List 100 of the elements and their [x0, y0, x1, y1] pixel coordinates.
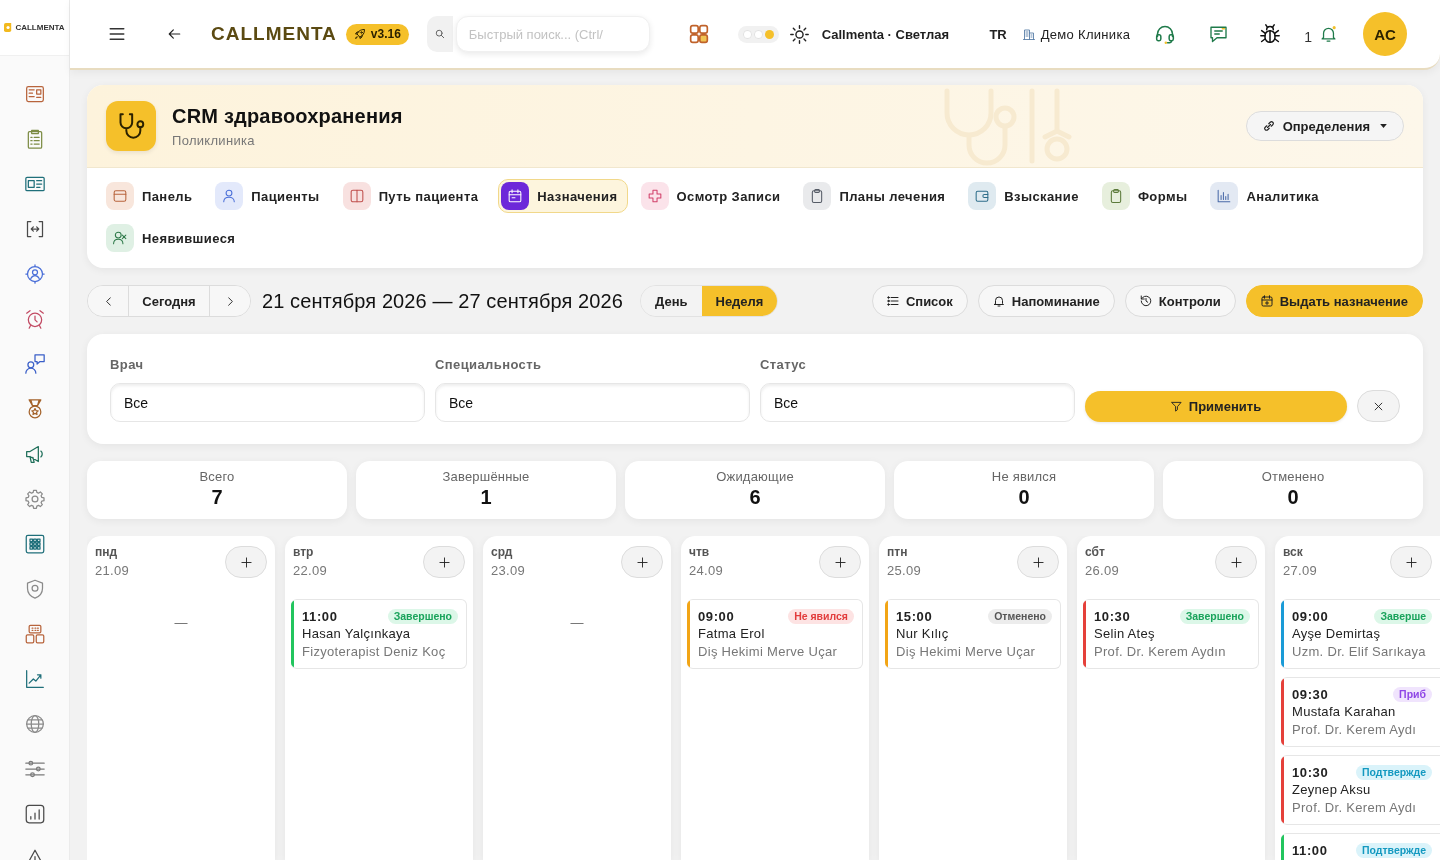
apply-button[interactable]: Применить — [1085, 391, 1347, 422]
nav-tab[interactable]: Планы лечения — [800, 179, 956, 213]
appointment-card[interactable]: 09:00 Не явился Fatma Erol Diş Hekimi Merve Uçar — [687, 599, 863, 669]
doctor-name: Diş Hekimi Merve Uçar — [698, 643, 838, 661]
logo-text: CALLMENTA — [15, 23, 65, 32]
nav-tab[interactable]: Пациенты — [212, 179, 330, 213]
doctor-name: Fizyoterapist Deniz Koç — [302, 643, 446, 661]
appointment-time: 11:00 — [302, 608, 338, 624]
patient-name: Mustafa Karahan — [1292, 703, 1396, 721]
blocks-icon[interactable] — [24, 623, 45, 644]
day-date: 22.09 — [293, 563, 328, 579]
nav-tab[interactable]: Путь пациента — [339, 179, 489, 213]
appointment-card[interactable]: 09:30 Приб Mustafa Karahan Prof. Dr. Kerem Aydı — [1281, 677, 1440, 747]
appointment-card[interactable]: 10:30 Завершено Selin Ateş Prof. Dr. Kerem Aydın — [1083, 599, 1259, 669]
bell-icon[interactable] — [1320, 25, 1337, 43]
appointment-card[interactable]: 15:00 Отменено Nur Kılıç Diş Hekimi Merve Uçar — [885, 599, 1061, 669]
appointment-time: 10:30 — [1094, 608, 1131, 624]
doctor-name: Prof. Dr. Kerem Aydın — [1094, 643, 1226, 661]
plus-icon — [240, 556, 252, 568]
appointment-card[interactable]: 10:30 Подтвержде Zeynep Aksu Prof. Dr. Kerem Aydı — [1281, 755, 1440, 825]
sliders-icon[interactable] — [24, 758, 45, 779]
appointment-card[interactable]: 11:00 Завершено Hasan Yalçınkaya Fizyoterapist Deniz Koç — [291, 599, 467, 669]
day-date: 25.09 — [887, 563, 922, 579]
nav-tab[interactable]: Формы — [1098, 179, 1198, 213]
day-name: срд — [491, 545, 513, 559]
plus-icon — [1405, 556, 1417, 568]
user-chat-icon[interactable] — [24, 353, 45, 374]
filter-select[interactable]: Все — [110, 383, 425, 422]
globe-icon[interactable] — [24, 713, 45, 734]
status-badge: Подтвержде — [1356, 764, 1432, 780]
nav-tab[interactable]: Аналитика — [1207, 179, 1329, 213]
brand-name[interactable]: CALLMENTA — [211, 23, 337, 45]
view-tab[interactable]: Неделя — [701, 286, 778, 316]
theme-option-dot[interactable] — [753, 29, 763, 39]
filter-select[interactable]: Все — [760, 383, 1075, 422]
appointment-time: 11:00 — [1292, 842, 1328, 858]
definitions-button[interactable]: Определения — [1245, 111, 1404, 141]
theme-option-dot[interactable] — [764, 29, 774, 39]
link-icon — [1262, 120, 1275, 132]
patient-name: Selin Ateş — [1094, 625, 1155, 643]
chat-icon[interactable] — [1209, 25, 1229, 43]
appointment-time: 09:30 — [1292, 686, 1329, 702]
appointment-card[interactable]: 11:00 Подтвержде — [1281, 833, 1440, 860]
dashboard-icon[interactable] — [24, 83, 45, 104]
doctor-name: Prof. Dr. Kerem Aydı — [1292, 799, 1417, 817]
menu-icon[interactable] — [107, 25, 127, 43]
megaphone-icon[interactable] — [24, 443, 45, 464]
stat-value: 1 — [480, 486, 492, 509]
sun-icon[interactable] — [789, 24, 809, 44]
status-badge: Не явился — [788, 608, 854, 624]
language-button[interactable]: TR — [989, 26, 1007, 42]
stat-label: Ожидающие — [716, 469, 794, 484]
shield-icon[interactable] — [24, 578, 45, 599]
page-subtitle: Поликлиника — [172, 132, 255, 148]
nav-tab[interactable]: Неявившиеся — [103, 221, 246, 255]
search-field[interactable]: Быстрый поиск... (Ctrl/ — [455, 16, 650, 52]
user-avatar[interactable]: AC — [1363, 12, 1407, 56]
nav-tab[interactable]: Назначения — [498, 179, 628, 213]
brackets-arrows-icon[interactable] — [24, 218, 45, 239]
stat-label: Завершённые — [442, 469, 530, 484]
stat-value: 0 — [1287, 486, 1299, 509]
theme-switch[interactable] — [737, 25, 779, 43]
filter-select[interactable]: Все — [435, 383, 750, 422]
logo-icon — [4, 23, 14, 32]
theme-option-dot[interactable] — [742, 29, 752, 39]
back-arrow-icon[interactable] — [167, 27, 182, 41]
doctor-name: Prof. Dr. Kerem Aydı — [1292, 721, 1417, 739]
status-badge: Приб — [1393, 686, 1432, 702]
appointment-time: 09:00 — [698, 608, 735, 624]
grid-panel-icon[interactable] — [24, 533, 45, 554]
today-button[interactable]: Сегодня — [128, 286, 210, 316]
empty-day-mark: — — [174, 615, 188, 630]
plus-icon — [438, 556, 450, 568]
theme-name[interactable]: Callmenta · Светлая — [821, 26, 950, 42]
search-button[interactable] — [426, 16, 453, 52]
patient-name: Ayşe Demirtaş — [1292, 625, 1381, 643]
day-name: чтв — [689, 545, 710, 559]
line-chart-icon[interactable] — [24, 668, 45, 689]
toolbar-button[interactable]: Напоминание — [977, 285, 1115, 317]
clinic-name[interactable]: Демо Клиника — [1040, 26, 1131, 42]
nav-tab[interactable]: Осмотр Записи — [637, 179, 791, 213]
filter-label: Специальность — [435, 356, 542, 374]
status-badge: Отменено — [988, 608, 1052, 624]
toolbar-button[interactable]: Список — [871, 285, 968, 317]
bar-chart-box-icon[interactable] — [24, 803, 45, 824]
gear-icon[interactable] — [24, 488, 45, 509]
nav-tab[interactable]: Панель — [103, 179, 203, 213]
nav-tab[interactable]: Взыскание — [965, 179, 1089, 213]
appointment-card[interactable]: 09:00 Заверше Ayşe Demirtaş Uzm. Dr. Elif Sarıkaya — [1281, 599, 1440, 669]
stat-label: Не явился — [991, 469, 1057, 484]
alarm-clock-icon[interactable] — [24, 308, 45, 329]
new-appointment-button[interactable]: Выдать назначение — [1245, 285, 1423, 317]
patient-name: Nur Kılıç — [896, 625, 949, 643]
apps-grid-icon[interactable] — [688, 24, 709, 44]
patient-name: Fatma Erol — [698, 625, 765, 643]
headset-icon[interactable] — [1155, 24, 1176, 44]
bug-icon[interactable] — [1260, 24, 1281, 44]
user-icon — [215, 182, 244, 210]
user-target-icon[interactable] — [24, 263, 45, 284]
toolbar-button[interactable]: Контроли — [1124, 285, 1236, 317]
